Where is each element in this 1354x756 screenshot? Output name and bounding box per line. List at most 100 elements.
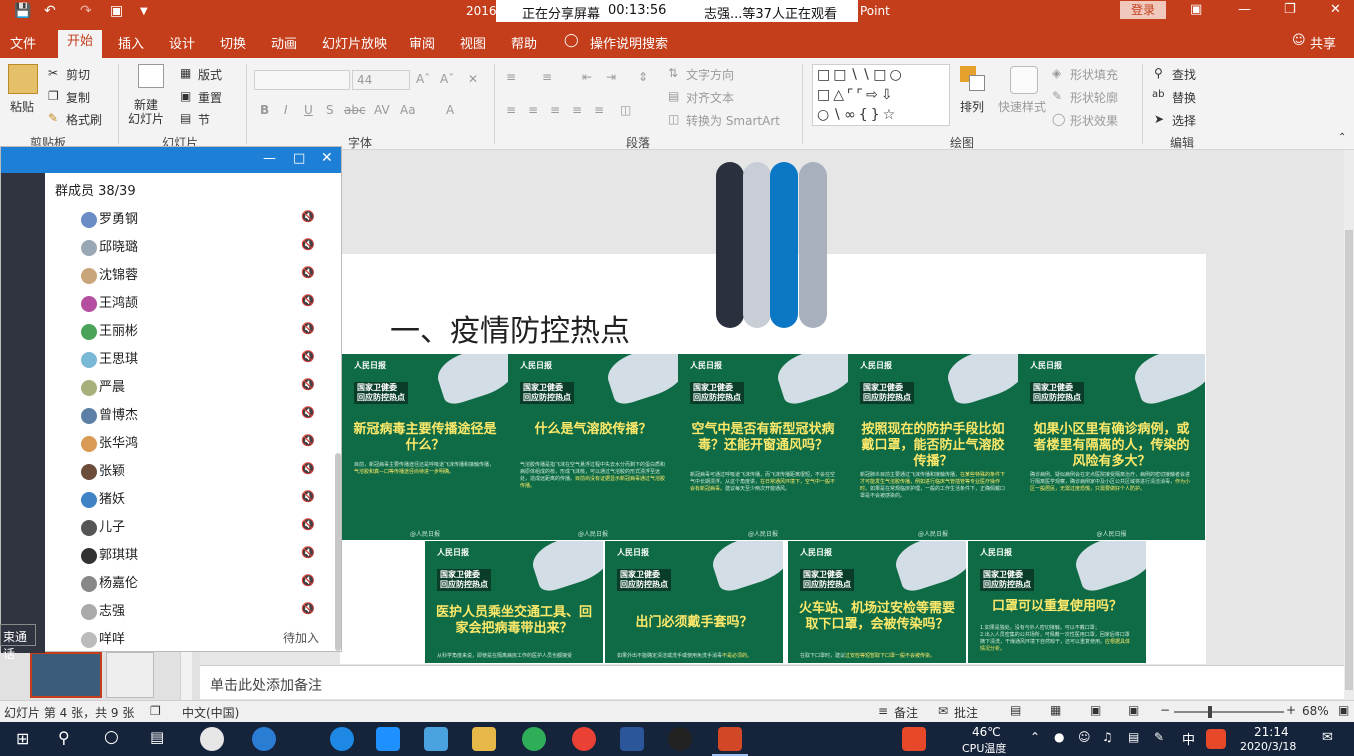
bold-button[interactable]: B xyxy=(260,103,269,117)
comments-toggle[interactable]: 批注 xyxy=(954,704,978,721)
select-button[interactable]: 选择 xyxy=(1172,112,1196,129)
italic-button[interactable]: I xyxy=(284,103,288,117)
muted-mic-icon[interactable]: 🔇 xyxy=(301,462,315,475)
grow-font-icon[interactable]: Aˆ xyxy=(416,72,430,86)
powerpoint-icon[interactable] xyxy=(718,727,742,751)
member-row[interactable]: 邱晓璐 xyxy=(81,236,138,258)
quick-styles-button[interactable]: 快速样式 xyxy=(998,98,1046,115)
cut-button[interactable]: 剪切 xyxy=(66,66,90,83)
muted-mic-icon[interactable]: 🔇 xyxy=(301,266,315,279)
member-row[interactable]: 志强 xyxy=(81,600,125,622)
muted-mic-icon[interactable]: 🔇 xyxy=(301,322,315,335)
member-row[interactable]: 张颖 xyxy=(81,460,125,482)
minimize-icon[interactable]: — xyxy=(1238,2,1251,17)
tray-app-icon[interactable] xyxy=(902,727,926,751)
start-slideshow-icon[interactable]: ▣ xyxy=(110,3,123,19)
zoom-slider[interactable] xyxy=(1174,711,1284,713)
maximize-icon[interactable]: □ xyxy=(293,151,305,166)
indent-decrease-icon[interactable]: ⇤ xyxy=(582,70,592,84)
muted-mic-icon[interactable]: 🔇 xyxy=(301,434,315,447)
shape-outline-button[interactable]: 形状轮廓 xyxy=(1070,89,1118,106)
shapes-gallery[interactable]: □□∖∖□○ □△⌜⌜⇨⇩ ○∖∞{}☆ xyxy=(812,64,950,126)
slideshow-view-icon[interactable]: ▣ xyxy=(1128,703,1139,717)
member-row[interactable]: 咩咩 xyxy=(81,628,125,650)
volume-icon[interactable]: ♫ xyxy=(1102,730,1113,744)
poster-card[interactable]: 人民日报 国家卫健委 回应防控热点 出门必须戴手套吗？ 如果外出不能确定清洁或洗… xyxy=(605,541,783,663)
underline-button[interactable]: U xyxy=(304,103,313,117)
network-icon[interactable]: ▤ xyxy=(1128,730,1139,744)
language-indicator[interactable]: 中文(中国) xyxy=(182,704,239,721)
member-row[interactable]: 郭琪琪 xyxy=(81,544,138,566)
word-icon[interactable] xyxy=(620,727,644,751)
zoom-in-icon[interactable]: + xyxy=(1286,703,1296,717)
member-row[interactable]: 王鸿颉 xyxy=(81,292,138,314)
paste-icon[interactable] xyxy=(8,64,38,94)
tab-animations[interactable]: 动画 xyxy=(271,33,297,52)
replace-button[interactable]: 替换 xyxy=(1172,89,1196,106)
font-family-select[interactable] xyxy=(254,70,350,90)
poster-card[interactable]: 人民日报 国家卫健委 回应防控热点 空气中是否有新型冠状病毒？还能开窗通风吗？ … xyxy=(678,354,848,540)
slide-thumbnail[interactable] xyxy=(106,652,154,698)
format-painter-button[interactable]: 格式刷 xyxy=(66,111,102,128)
distribute-icon[interactable]: ≡ xyxy=(594,103,604,117)
tray-icon[interactable]: ● xyxy=(1054,730,1064,744)
arrange-icon[interactable] xyxy=(960,66,986,92)
poster-card[interactable]: 人民日报 国家卫健委 回应防控热点 什么是气溶胶传播？ 气溶胶传播是指飞沫在空气… xyxy=(508,354,678,540)
muted-mic-icon[interactable]: 🔇 xyxy=(301,238,315,251)
tab-help[interactable]: 帮助 xyxy=(511,33,537,52)
member-list-scrollbar[interactable] xyxy=(335,453,341,651)
tab-file[interactable]: 文件 xyxy=(10,33,36,52)
share-button[interactable]: 共享 xyxy=(1310,33,1336,52)
align-text-button[interactable]: 对齐文本 xyxy=(686,89,734,106)
restore-icon[interactable]: ❐ xyxy=(1284,2,1296,17)
task-view-icon[interactable]: ▤ xyxy=(150,728,164,746)
muted-mic-icon[interactable]: 🔇 xyxy=(301,574,315,587)
member-row[interactable]: 严晨 xyxy=(81,376,125,398)
zoom-slider-thumb[interactable] xyxy=(1208,706,1212,718)
shape-fill-button[interactable]: 形状填充 xyxy=(1070,66,1118,83)
close-icon[interactable]: ✕ xyxy=(1330,2,1341,17)
member-row[interactable]: 罗勇钢 xyxy=(81,208,138,230)
strikethrough-button[interactable]: abc xyxy=(344,103,366,117)
reset-button[interactable]: 重置 xyxy=(198,89,222,106)
clock-time[interactable]: 21:14 xyxy=(1254,725,1289,739)
poster-card[interactable]: 人民日报 国家卫健委 回应防控热点 火车站、机场过安检等需要取下口罩，会被传染吗… xyxy=(788,541,966,663)
tab-view[interactable]: 视图 xyxy=(460,33,486,52)
redo-icon[interactable]: ↷ xyxy=(80,3,92,19)
member-row[interactable]: 杨嘉伦 xyxy=(81,572,138,594)
text-direction-button[interactable]: 文字方向 xyxy=(686,66,734,83)
bullets-icon[interactable]: ≡ xyxy=(506,70,516,84)
poster-card[interactable]: 人民日报 国家卫健委 回应防控热点 按照现在的防护手段比如戴口罩，能否防止气溶胶… xyxy=(848,354,1018,540)
align-center-icon[interactable]: ≡ xyxy=(528,103,538,117)
end-call-button[interactable]: 束通话 xyxy=(0,624,36,661)
clock-date[interactable]: 2020/3/18 xyxy=(1240,740,1296,753)
file-explorer-icon[interactable] xyxy=(472,727,496,751)
undo-icon[interactable]: ↶ xyxy=(44,3,56,19)
vertical-scrollbar[interactable] xyxy=(1344,150,1354,700)
copy-button[interactable]: 复制 xyxy=(66,89,90,106)
share-viewers[interactable]: 志强...等37人正在观看 xyxy=(704,3,837,22)
control-panel-icon[interactable] xyxy=(424,727,448,751)
ribbon-display-icon[interactable]: ▣ xyxy=(1190,2,1202,17)
paste-button[interactable]: 粘贴 xyxy=(10,98,34,115)
cortana-icon[interactable]: ○ xyxy=(104,727,119,747)
zoom-level[interactable]: 68% xyxy=(1302,704,1329,718)
muted-mic-icon[interactable]: 🔇 xyxy=(301,210,315,223)
numbering-icon[interactable]: ≡ xyxy=(542,70,552,84)
windows-start-icon[interactable]: ⊞ xyxy=(16,729,29,748)
app-icon[interactable] xyxy=(522,727,546,751)
convert-smartart-button[interactable]: 转换为 SmartArt xyxy=(686,112,780,129)
reading-view-icon[interactable]: ▣ xyxy=(1090,703,1101,717)
member-row[interactable]: 儿子 xyxy=(81,516,125,538)
font-size-select[interactable]: 44 xyxy=(352,70,410,90)
font-color-button[interactable]: A xyxy=(446,103,454,117)
member-row[interactable]: 猪妖 xyxy=(81,488,125,510)
save-icon[interactable]: 💾 xyxy=(14,3,31,19)
tab-design[interactable]: 设计 xyxy=(169,33,195,52)
poster-card[interactable]: 人民日报 国家卫健委 回应防控热点 口罩可以重复使用吗？ 1.如果是独处，没有与… xyxy=(968,541,1146,663)
notes-pane[interactable]: 单击此处添加备注 xyxy=(200,665,1344,699)
slide-title[interactable]: 一、疫情防控热点 xyxy=(390,306,630,350)
collapse-ribbon-icon[interactable]: ⌃ xyxy=(1338,132,1346,143)
line-spacing-icon[interactable]: ⇕ xyxy=(638,70,648,84)
change-case-button[interactable]: Aa xyxy=(400,103,416,117)
